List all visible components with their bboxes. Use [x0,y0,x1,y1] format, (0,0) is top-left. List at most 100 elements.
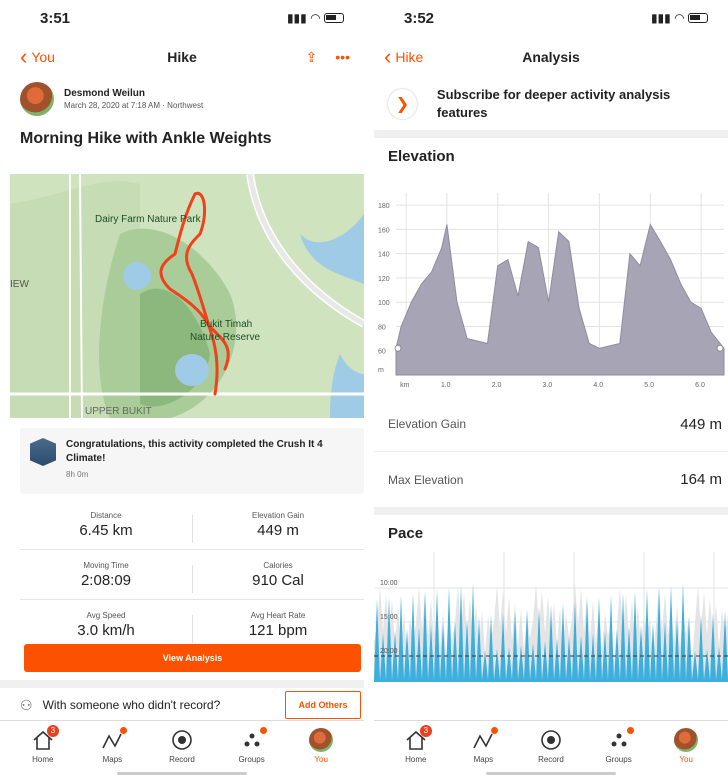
elevation-title: Elevation [388,148,455,165]
route-map[interactable]: Dairy Farm Nature Park Bukit Timah Natur… [10,174,364,418]
end-marker [716,344,724,352]
y-tick-label: 80 [378,324,386,331]
record-icon [523,727,579,753]
athlete-name[interactable]: Desmond Weilun [64,88,203,99]
maps-icon [84,727,140,753]
chevron-right-icon: ❯ [388,89,417,119]
stat-row: Moving Time 2:08:09 Calories 910 Cal [20,550,364,600]
map-label-road: IEW [10,279,29,290]
status-icons: ▮▮▮ ◠ [651,11,708,25]
pace-chart[interactable]: 10:00 15:00 20:00 [374,552,728,682]
stat-value: 2:08:09 [80,571,132,589]
tab-record[interactable]: Record [523,727,579,778]
back-button[interactable]: ‹ You [20,46,55,68]
tab-you[interactable]: You [293,727,349,778]
tab-bar: 3 Home Maps Record Groups You [374,720,728,778]
challenge-card[interactable]: Congratulations, this activity completed… [20,428,364,494]
y-tick-label: 15:00 [380,614,398,621]
nav-bar: ‹ You Hike ⇪ ••• [0,36,364,78]
tab-record[interactable]: Record [154,727,210,778]
map-graphic [10,174,364,418]
stats-grid: Distance 6.45 km Elevation Gain 449 m Mo… [20,500,364,650]
map-label-nature-reserve: Nature Reserve [190,332,261,343]
stat-label: Avg Heart Rate [250,611,306,620]
start-marker [394,344,402,352]
activity-meta: March 28, 2020 at 7:18 AM · Northwest [64,101,204,110]
groups-icon [224,727,280,753]
tab-maps[interactable]: Maps [84,727,140,778]
x-tick-label: 4.0 [593,382,603,389]
pace-chart-svg: 10:00 15:00 20:00 [374,552,728,682]
record-icon [154,727,210,753]
share-icon[interactable]: ⇪ [306,49,318,66]
more-icon[interactable]: ••• [335,49,350,66]
y-tick-label: m [378,367,384,374]
stat-value: 910 Cal [252,571,304,589]
tab-maps[interactable]: Maps [455,727,511,778]
tab-groups[interactable]: Groups [224,727,280,778]
home-indicator [486,772,616,775]
status-icons: ▮▮▮ ◠ [287,11,344,25]
back-button[interactable]: ‹ Hike [384,46,423,68]
elevation-gain-row: Elevation Gain 449 m [374,397,728,452]
metric-value: 449 m [680,415,722,433]
challenge-badge-icon [30,438,56,466]
subscribe-text: Subscribe for deeper activity analysis f… [436,86,671,120]
chevron-left-icon: ‹ [384,44,392,69]
avatar-icon [293,727,349,753]
metric-label: Elevation Gain [388,417,467,431]
elevation-chart-svg: 180 160 140 120 100 80 60 m km 1.0 2.0 3.0 4.0 5.0 6.0 [378,193,725,389]
tab-home[interactable]: 3 Home [15,725,71,778]
tab-groups[interactable]: Groups [591,727,647,778]
tab-label: Home [405,755,427,764]
subscribe-banner[interactable]: ❯ Subscribe for deeper activity analysis… [374,78,728,138]
elevation-chart[interactable]: 180 160 140 120 100 80 60 m km 1.0 2.0 3.0 4.0 5.0 6.0 [374,175,728,397]
tab-bar: 3 Home Maps Record Groups You [0,720,364,778]
stat-avg-speed: Avg Speed 3.0 km/h [20,611,192,639]
stat-elevation-gain: Elevation Gain 449 m [192,510,364,543]
back-label: You [31,49,55,65]
tab-label: Groups [605,755,632,764]
y-tick-label: 100 [378,300,390,307]
challenge-time: 8h 0m [66,470,89,479]
map-label-bukit-timah: Bukit Timah [200,319,253,330]
divider [0,680,364,688]
map-label-dairy-farm: Dairy Farm Nature Park [95,214,201,225]
stat-label: Elevation Gain [251,510,305,520]
people-icon: ⚇ [20,696,33,713]
x-tick-label: 2.0 [492,382,502,389]
tab-you[interactable]: You [658,727,714,778]
metric-value: 164 m [680,471,722,488]
stat-value: 6.45 km [79,521,133,539]
stat-label: Moving Time [83,560,129,570]
athlete-header: Desmond Weilun March 28, 2020 at 7:18 AM… [0,78,364,120]
status-bar: 3:51 ▮▮▮ ◠ [0,0,364,36]
max-elevation-row: Max Elevation 164 m [374,452,728,507]
view-analysis-button[interactable]: View Analysis [24,644,361,672]
tab-label: Groups [238,755,265,764]
x-tick-label: 5.0 [644,382,654,389]
y-tick-label: 120 [378,276,390,283]
tab-home[interactable]: 3 Home [388,725,444,778]
hike-activity-screen: 3:51 ▮▮▮ ◠ ‹ You Hike ⇪ ••• Desmond Weil… [0,0,364,778]
add-others-button[interactable]: Add Others [285,691,361,719]
notification-badge: 3 [419,725,432,737]
stat-value: 3.0 km/h [77,622,135,639]
avatar[interactable] [20,82,54,116]
stat-label: Calories [263,560,293,570]
stat-value: 449 m [257,521,299,539]
signal-icon: ▮▮▮ [650,11,671,25]
wifi-icon: ◠ [674,11,684,25]
elevation-area [395,223,725,376]
challenge-text: Congratulations, this activity completed… [66,439,323,464]
invite-text: With someone who didn't record? [42,698,221,712]
stat-distance: Distance 6.45 km [20,511,192,539]
tab-label: You [679,755,693,764]
tab-label: Home [32,755,54,764]
analysis-screen: 3:52 ▮▮▮ ◠ ‹ Hike Analysis ❯ Subscribe f… [364,0,728,778]
page-title: Analysis [522,49,580,65]
tab-label: You [314,755,328,764]
tab-label: Maps [102,755,123,764]
y-tick-label: 160 [378,227,390,234]
status-time: 3:51 [40,9,71,27]
